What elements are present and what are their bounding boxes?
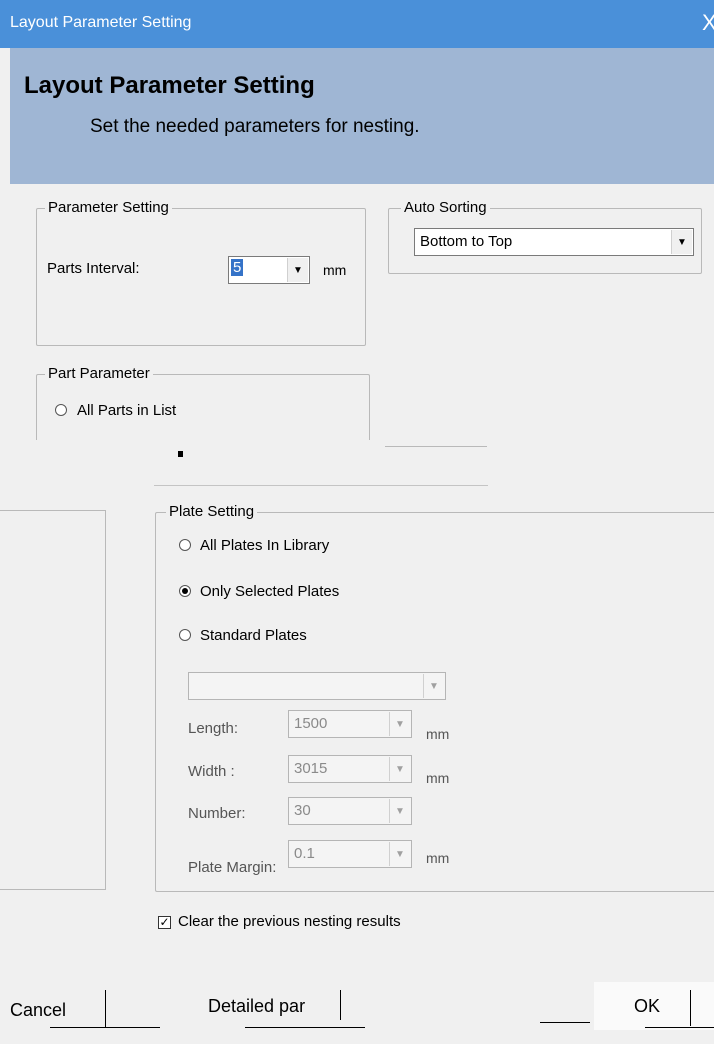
number-combo[interactable]: 30 ▼	[288, 797, 412, 825]
width-label: Width :	[188, 763, 235, 780]
standard-plate-select[interactable]: ▼	[188, 672, 446, 700]
left-panel	[0, 510, 106, 890]
detailed-edge	[340, 990, 341, 1020]
parts-interval-combo[interactable]: 5 ▼	[228, 256, 310, 284]
width-value: 3015	[294, 760, 328, 777]
standard-plates-label: Standard Plates	[200, 627, 307, 644]
chevron-down-icon[interactable]: ▼	[389, 712, 410, 736]
selected-plates-label: Only Selected Plates	[200, 583, 340, 600]
chevron-down-icon[interactable]: ▼	[389, 799, 410, 823]
radio-all-parts[interactable]	[55, 404, 67, 416]
detailed-underline	[245, 1027, 365, 1028]
width-combo[interactable]: 3015 ▼	[288, 755, 412, 783]
auto-sorting-value: Bottom to Top	[420, 233, 513, 250]
plate-setting-legend: Plate Setting	[166, 503, 258, 520]
header-banner: Layout Parameter Setting Set the needed …	[10, 48, 714, 184]
length-value: 1500	[294, 715, 328, 732]
chevron-down-icon[interactable]: ▼	[389, 842, 410, 866]
plate-margin-combo[interactable]: 0.1 ▼	[288, 840, 412, 868]
radio-all-plates[interactable]	[179, 539, 191, 551]
chevron-down-icon[interactable]: ▼	[423, 674, 444, 698]
detailed-parameters-button[interactable]: Detailed par	[208, 996, 305, 1017]
ok-edge	[690, 990, 691, 1026]
plate-margin-value: 0.1	[294, 845, 315, 862]
divider	[154, 485, 488, 486]
parts-interval-value: 5	[231, 259, 244, 276]
clear-results-label: Clear the previous nesting results	[178, 913, 401, 930]
part-parameter-legend: Part Parameter	[45, 365, 153, 382]
plate-margin-label: Plate Margin:	[188, 859, 277, 876]
parts-interval-label: Parts Interval:	[47, 260, 140, 277]
divider	[385, 446, 487, 447]
title-bar: Layout Parameter Setting X	[0, 0, 714, 48]
auto-sorting-legend: Auto Sorting	[401, 199, 490, 216]
radio-selected-plates[interactable]	[179, 585, 191, 597]
close-icon[interactable]: X	[702, 10, 714, 36]
length-unit: mm	[426, 726, 450, 742]
chevron-down-icon[interactable]: ▼	[389, 757, 410, 781]
cancel-button[interactable]: Cancel	[10, 1000, 66, 1021]
all-parts-label: All Parts in List	[77, 402, 177, 419]
length-combo[interactable]: 1500 ▼	[288, 710, 412, 738]
window-title: Layout Parameter Setting	[10, 14, 192, 31]
chevron-down-icon[interactable]: ▼	[671, 230, 692, 254]
chevron-down-icon[interactable]: ▼	[287, 258, 308, 282]
length-label: Length:	[188, 720, 239, 737]
header-title: Layout Parameter Setting	[24, 72, 315, 99]
parameter-setting-legend: Parameter Setting	[45, 199, 172, 216]
number-label: Number:	[188, 805, 246, 822]
width-unit: mm	[426, 770, 450, 786]
clear-results-checkbox[interactable]: ✓	[158, 916, 171, 929]
clipped-row	[36, 440, 486, 454]
cancel-edge	[105, 990, 106, 1028]
parameter-setting-group: Parameter Setting	[36, 199, 366, 346]
plate-setting-group: Plate Setting	[155, 503, 714, 892]
radio-standard-plates[interactable]	[179, 629, 191, 641]
all-plates-label: All Plates In Library	[200, 537, 330, 554]
ok-underline	[645, 1027, 714, 1028]
plate-margin-unit: mm	[426, 850, 450, 866]
number-value: 30	[294, 802, 311, 819]
artifact-dot	[178, 451, 183, 457]
header-subtitle: Set the needed parameters for nesting.	[90, 116, 420, 137]
cancel-underline	[50, 1027, 160, 1028]
parts-interval-unit: mm	[323, 262, 347, 278]
ok-button[interactable]: OK	[634, 996, 660, 1017]
auto-sorting-select[interactable]: Bottom to Top ▼	[414, 228, 694, 256]
separator-line	[540, 1022, 590, 1023]
